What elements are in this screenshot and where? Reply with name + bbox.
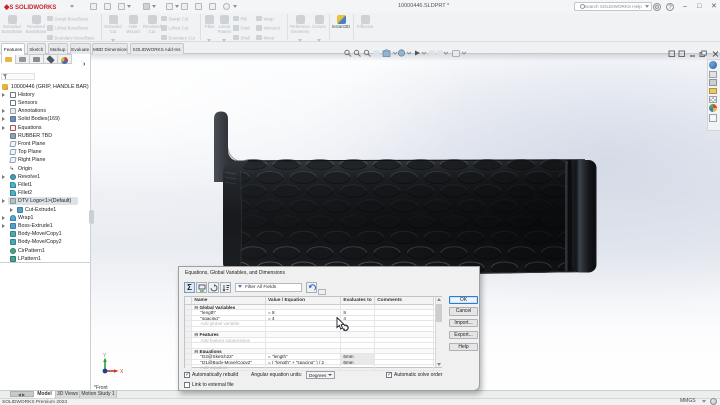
svg-text:X: X [120,369,124,375]
